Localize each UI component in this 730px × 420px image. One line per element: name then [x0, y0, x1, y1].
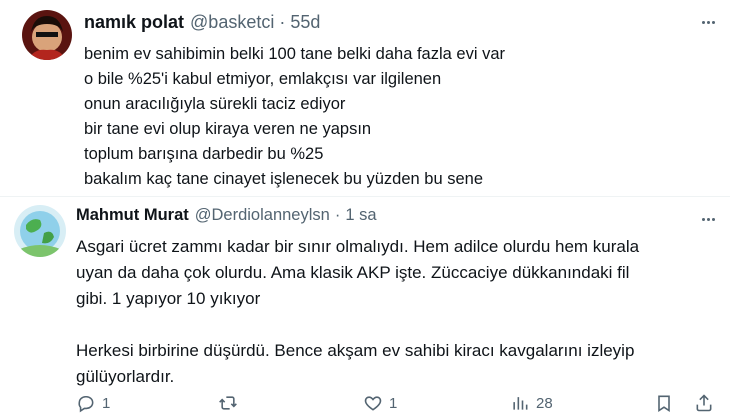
text-line: Herkesi birbirine düşürdü. Bence akşam e…	[76, 341, 635, 360]
text-line: uyan da daha çok olurdu. Ama klasik AKP …	[76, 263, 630, 282]
reply-icon	[78, 395, 94, 413]
avatar[interactable]	[22, 10, 72, 60]
more-icon[interactable]	[696, 207, 720, 231]
separator-dot: ·	[334, 206, 341, 224]
author-name[interactable]: Mahmut Murat	[76, 206, 189, 225]
bookmark-icon	[658, 395, 670, 412]
tweet-reply[interactable]: Mahmut Murat @Derdiolanneylsn · 1 sa Asg…	[0, 197, 730, 420]
retweet-button[interactable]	[218, 393, 244, 413]
share-button[interactable]	[694, 393, 714, 413]
text-line: gibi. 1 yapıyor 10 yıkıyor	[76, 289, 261, 308]
reply-count: 1	[102, 394, 111, 412]
more-icon[interactable]	[696, 10, 720, 34]
tweet-text: benim ev sahibimin belki 100 tane belki …	[84, 42, 505, 192]
text-line: gülüyorlardır.	[76, 367, 175, 386]
author-name[interactable]: namık polat	[84, 12, 184, 33]
text-line: benim ev sahibimin belki 100 tane belki …	[84, 45, 505, 63]
tweet-header: namık polat @basketci · 55d	[84, 12, 320, 33]
views-icon	[513, 397, 528, 410]
retweet-icon	[219, 396, 237, 410]
timestamp[interactable]: 55d	[290, 12, 320, 33]
views-count: 28	[536, 394, 553, 412]
text-line: toplum barışına darbedir bu %25	[84, 145, 324, 163]
reply-button[interactable]: 1	[76, 393, 110, 413]
tweet-header: Mahmut Murat @Derdiolanneylsn · 1 sa	[76, 206, 377, 225]
text-line: bir tane evi olup kiraya veren ne yapsın	[84, 120, 372, 138]
text-line: bakalım kaç tane cinayet işlenecek bu yü…	[84, 170, 483, 188]
separator-dot: ·	[279, 12, 286, 32]
text-line: onun aracılığıyla sürekli taciz ediyor	[84, 95, 346, 113]
like-button[interactable]: 1	[363, 393, 397, 413]
like-count: 1	[389, 394, 398, 412]
tweet-text: Asgari ücret zammı kadar bir sınır olmal…	[76, 234, 639, 390]
action-bar: 1 1 28	[76, 393, 730, 419]
avatar[interactable]	[14, 205, 66, 257]
tweet-original[interactable]: namık polat @basketci · 55d benim ev sah…	[0, 0, 730, 196]
timestamp[interactable]: 1 sa	[345, 206, 376, 225]
share-icon	[696, 394, 712, 412]
text-line: o bile %25'i kabul etmiyor, emlakçısı va…	[84, 70, 442, 88]
text-line: Asgari ücret zammı kadar bir sınır olmal…	[76, 237, 640, 256]
author-handle[interactable]: @basketci	[190, 12, 274, 33]
author-handle[interactable]: @Derdiolanneylsn	[195, 206, 330, 225]
bookmark-button[interactable]	[654, 393, 674, 413]
like-icon	[364, 396, 382, 411]
views-button[interactable]: 28	[510, 393, 553, 413]
